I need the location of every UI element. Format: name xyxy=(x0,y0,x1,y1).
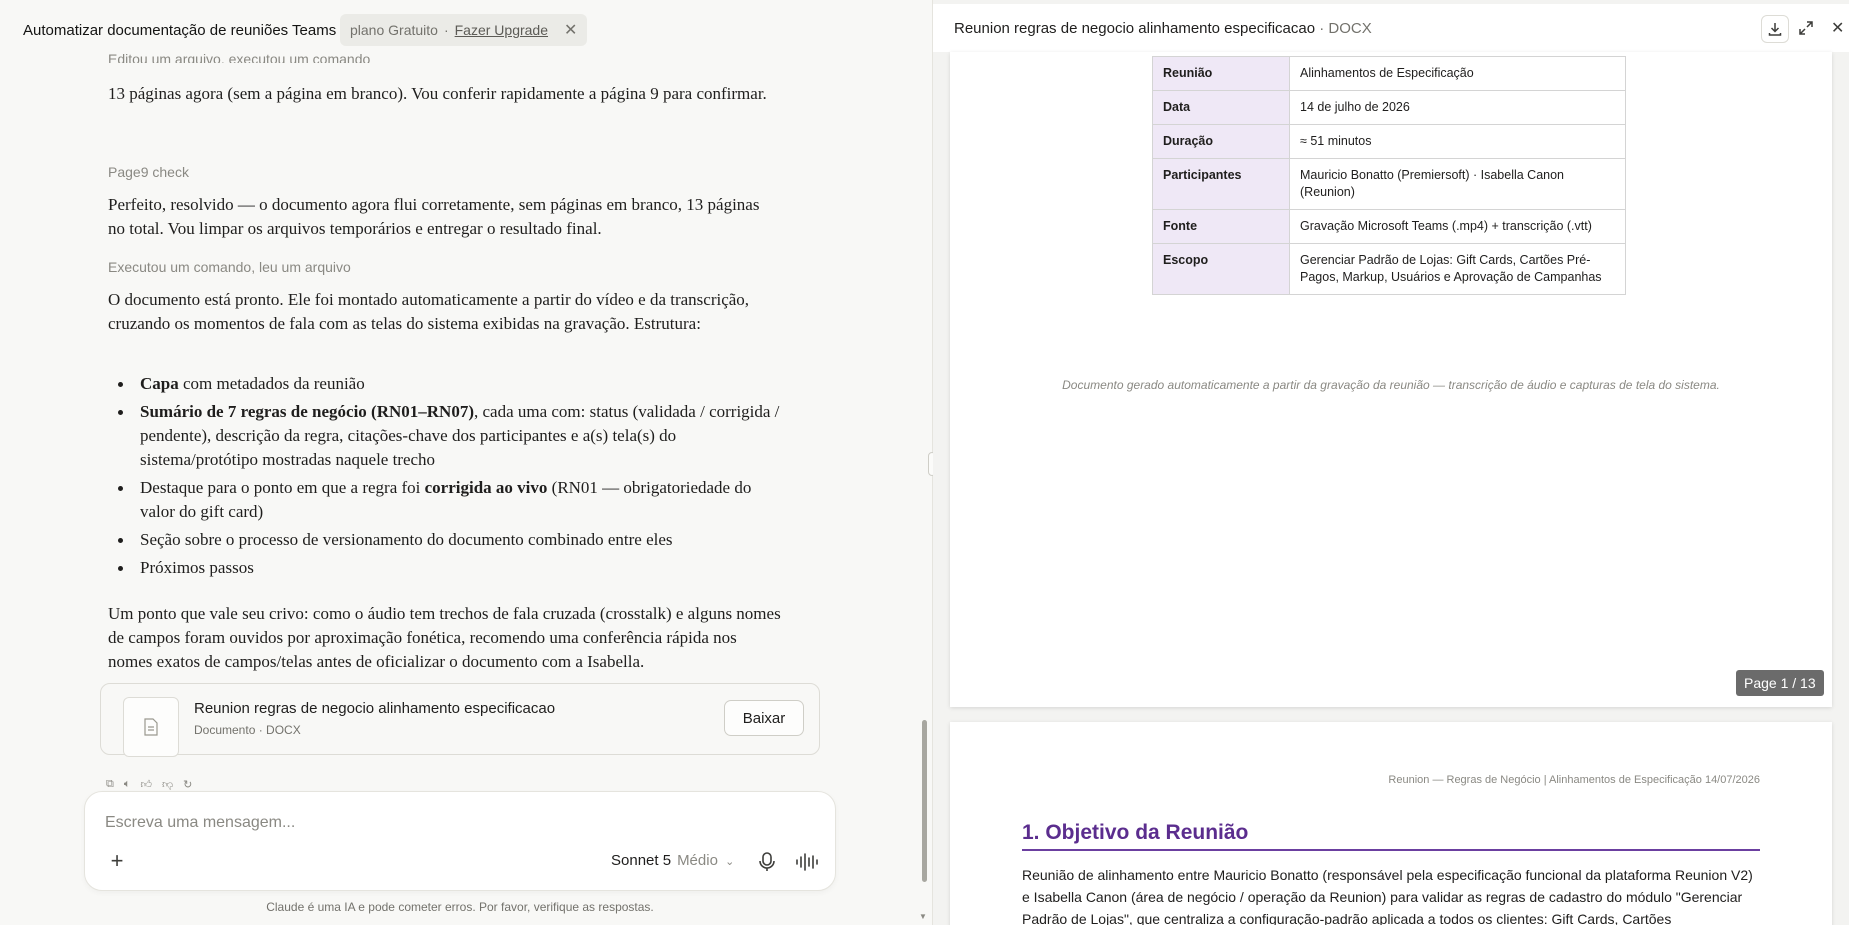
table-row: Data 14 de julho de 2026 xyxy=(1152,90,1626,125)
close-icon[interactable]: ✕ xyxy=(564,20,577,40)
mic-icon[interactable] xyxy=(757,850,777,874)
chevron-down-icon: ⌄ xyxy=(725,856,735,868)
file-name: Reunion regras de negocio alinhamento es… xyxy=(194,700,556,717)
list-item: Próximos passos xyxy=(108,556,788,580)
list-item: Capa com metadados da reunião xyxy=(108,372,788,396)
list-item: Destaque para o ponto em que a regra foi… xyxy=(108,476,768,524)
document-footnote: Documento gerado automaticamente a parti… xyxy=(1062,378,1720,392)
table-key: Fonte xyxy=(1152,209,1290,244)
tool-summary[interactable]: Page9 check xyxy=(108,162,189,182)
plan-label: plano Gratuito xyxy=(350,22,438,38)
message-input[interactable] xyxy=(105,814,705,832)
preview-file-name: Reunion regras de negocio alinhamento es… xyxy=(954,20,1316,37)
download-button[interactable]: Baixar xyxy=(724,700,804,736)
document-preview-pane: Reunion regras de negocio alinhamento es… xyxy=(933,0,1849,925)
list-item-bold: Sumário de 7 regras de negócio (RN01–RN0… xyxy=(140,402,474,421)
upgrade-banner: plano Gratuito · Fazer Upgrade ✕ xyxy=(340,14,588,46)
retry-icon[interactable]: ↻ xyxy=(183,778,192,792)
scroll-down-arrow[interactable]: ▼ xyxy=(919,912,927,921)
thumbs-down-icon[interactable]: 👎︎ xyxy=(162,778,173,792)
chat-title[interactable]: Automatizar documentação de reuniões Tea… xyxy=(23,22,343,39)
list-item-text: Próximos passos xyxy=(140,558,254,577)
list-item-text: Seção sobre o processo de versionamento … xyxy=(140,530,673,549)
structure-list: Capa com metadados da reunião Sumário de… xyxy=(108,372,788,584)
message-paragraph: O documento está pronto. Ele foi montado… xyxy=(108,290,750,333)
message-composer: + Sonnet 5 Médio ⌄ xyxy=(84,791,836,891)
table-row: Escopo Gerenciar Padrão de Lojas: Gift Ca… xyxy=(1152,243,1626,295)
table-value: 14 de julho de 2026 xyxy=(1289,90,1626,125)
list-item-bold: Capa xyxy=(140,374,179,393)
document-page: Reunião Alinhamentos de Especificação Dat… xyxy=(950,52,1832,707)
table-value: Gravação Microsoft Teams (.mp4) + transc… xyxy=(1289,209,1626,244)
table-row: Fonte Gravação Microsoft Teams (.mp4) + t… xyxy=(1152,209,1626,244)
table-value: Alinhamentos de Especificação xyxy=(1289,56,1626,91)
meeting-metadata-table: Reunião Alinhamentos de Especificação Dat… xyxy=(1152,56,1626,295)
message-paragraph: Um ponto que vale seu crivo: como o áudi… xyxy=(108,604,781,671)
table-key: Escopo xyxy=(1152,243,1290,295)
table-row: Participantes Mauricio Bonatto (Premierso… xyxy=(1152,158,1626,210)
table-key: Duração xyxy=(1152,124,1290,159)
section-heading: 1. Objetivo da Reunião xyxy=(1022,821,1760,851)
table-key: Data xyxy=(1152,90,1290,125)
disclaimer: Claude é uma IA e pode cometer erros. Po… xyxy=(266,900,654,914)
preview-title: Reunion regras de negocio alinhamento es… xyxy=(954,20,1372,37)
file-doc-icon xyxy=(123,697,179,757)
close-icon[interactable]: ✕ xyxy=(1831,18,1844,38)
document-page: Reunion — Regras de Negócio | Alinhament… xyxy=(950,722,1832,925)
model-selector[interactable]: Sonnet 5 Médio ⌄ xyxy=(611,852,734,869)
page-indicator: Page 1 / 13 xyxy=(1736,670,1824,696)
table-row: Reunião Alinhamentos de Especificação xyxy=(1152,56,1626,91)
section-body: Reunião de alinhamento entre Mauricio Bo… xyxy=(1022,867,1753,925)
message-paragraph: Perfeito, resolvido — o documento agora … xyxy=(108,195,760,238)
file-type: Documento · DOCX xyxy=(194,723,301,737)
effort-level: Médio xyxy=(677,852,718,869)
copy-icon[interactable]: ⧉ xyxy=(106,778,114,792)
list-item: Seção sobre o processo de versionamento … xyxy=(108,528,788,552)
preview-file-format: · DOCX xyxy=(1319,20,1372,37)
file-attachment-card[interactable]: Reunion regras de negocio alinhamento es… xyxy=(100,683,820,757)
expand-icon[interactable] xyxy=(1797,19,1815,37)
page-header: Reunion — Regras de Negócio | Alinhament… xyxy=(1388,774,1760,786)
table-key: Reunião xyxy=(1152,56,1290,91)
voice-wave-icon[interactable] xyxy=(794,850,818,874)
scrollbar-thumb[interactable] xyxy=(922,720,927,882)
preview-header: Reunion regras de negocio alinhamento es… xyxy=(933,4,1849,52)
model-name: Sonnet 5 xyxy=(611,852,672,869)
plan-separator: · xyxy=(443,22,449,38)
thumbs-up-icon[interactable]: 👍︎ xyxy=(140,778,152,792)
message-actions: ⧉ 🔈︎ 👍︎ 👎︎ ↻ xyxy=(106,778,192,792)
speaker-icon[interactable]: 🔈︎ xyxy=(124,778,131,792)
list-item-text: Destaque para o ponto em que a regra foi xyxy=(140,478,425,497)
list-item-text: com metadados da reunião xyxy=(178,374,365,393)
tool-summary[interactable]: Executou um comando, leu um arquivo xyxy=(108,257,351,277)
table-row: Duração ≈ 51 minutos xyxy=(1152,124,1626,159)
table-value: Gerenciar Padrão de Lojas: Gift Cards, C… xyxy=(1289,243,1626,295)
tool-summary[interactable]: Editou um arquivo, executou um comando xyxy=(108,49,370,63)
message-paragraph: 13 páginas agora (sem a página em branco… xyxy=(108,84,767,103)
plus-icon[interactable]: + xyxy=(105,850,129,874)
table-value: Mauricio Bonatto (Premiersoft) · Isabell… xyxy=(1289,158,1626,210)
table-value: ≈ 51 minutos xyxy=(1289,124,1626,159)
upgrade-link[interactable]: Fazer Upgrade xyxy=(455,22,548,38)
download-icon[interactable] xyxy=(1761,15,1789,43)
list-item: Sumário de 7 regras de negócio (RN01–RN0… xyxy=(108,400,788,472)
chat-topbar: Automatizar documentação de reuniões Tea… xyxy=(0,4,932,54)
list-item-bold: corrigida ao vivo xyxy=(424,478,548,497)
chat-pane: Automatizar documentação de reuniões Tea… xyxy=(0,0,932,925)
table-key: Participantes xyxy=(1152,158,1290,210)
